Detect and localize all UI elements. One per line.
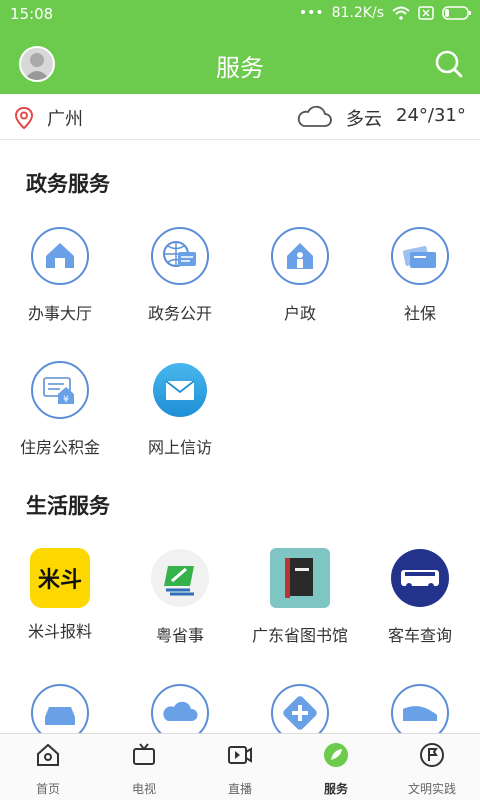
flag-icon — [420, 743, 444, 767]
service-item-gov-public[interactable]: 政务公开 — [120, 226, 240, 324]
page-title: 服务 — [216, 54, 264, 82]
search-icon[interactable] — [434, 49, 464, 79]
service-icon — [324, 743, 348, 767]
location-pin-icon[interactable] — [14, 106, 34, 130]
location-weather-bar: 广州 多云 24°/31° — [0, 94, 480, 140]
service-item-online-petition[interactable]: 网上信访 — [120, 360, 240, 458]
tv-icon — [133, 743, 155, 765]
life-section-title: 生活服务 — [26, 494, 110, 518]
service-item-label: 粤省事 — [155, 626, 204, 645]
service-item-social-security[interactable]: 社保 — [360, 226, 480, 324]
live-icon — [228, 746, 252, 764]
service-item-label: 米斗报料 — [27, 622, 92, 641]
yueshengshi-icon — [151, 549, 209, 607]
service-item-yueshengshi[interactable]: 粤省事 — [120, 548, 240, 646]
tab-label: 文明实践 — [407, 782, 456, 796]
app-header: 服务 — [0, 30, 480, 94]
service-item-housing-fund[interactable]: ¥ 住房公积金 — [0, 360, 120, 458]
bus-icon — [391, 549, 449, 607]
svg-text:¥: ¥ — [63, 395, 69, 405]
service-item-label: 办事大厅 — [27, 304, 92, 323]
tab-label: 直播 — [227, 782, 252, 796]
network-speed: 81.2K/s — [331, 5, 384, 21]
service-item-label: 网上信访 — [147, 438, 212, 457]
wifi-icon — [392, 6, 410, 20]
service-item-label: 政务公开 — [147, 304, 212, 323]
tab-label: 首页 — [35, 782, 60, 796]
status-bar: 15:08 ••• 81.2K/s — [0, 0, 480, 30]
tab-home[interactable]: 首页 — [0, 734, 96, 800]
service-item-household[interactable]: 户政 — [240, 226, 360, 324]
battery-icon — [442, 6, 471, 20]
cloud-icon — [297, 105, 332, 127]
service-item-bus-query[interactable]: 客车查询 — [360, 548, 480, 646]
bottom-tab-bar: 首页 电视 直播 服务 文明实践 — [0, 733, 480, 800]
service-item-midou[interactable]: 米斗 米斗报料 — [0, 548, 120, 642]
mail-icon — [153, 363, 207, 417]
signal-dots-icon: ••• — [298, 5, 324, 21]
gov-public-icon — [151, 227, 209, 285]
service-item-label: 广东省图书馆 — [251, 626, 348, 645]
service-item-label: 客车查询 — [387, 626, 452, 645]
tab-label: 服务 — [323, 782, 348, 796]
gov-section-title: 政务服务 — [26, 172, 110, 196]
tab-civilization[interactable]: 文明实践 — [384, 734, 480, 800]
service-item-hall[interactable]: 办事大厅 — [0, 226, 120, 324]
service-item-label: 住房公积金 — [19, 438, 100, 457]
home-icon — [37, 743, 59, 766]
temperature-range: 24°/31° — [396, 105, 466, 126]
hall-icon — [31, 227, 89, 285]
service-item-library[interactable]: 广东省图书馆 — [240, 548, 360, 646]
service-item-label: 户政 — [283, 304, 316, 323]
household-icon — [271, 227, 329, 285]
tab-tv[interactable]: 电视 — [96, 734, 192, 800]
sim-icon — [418, 6, 434, 20]
service-item-label: 社保 — [403, 304, 436, 323]
tab-label: 电视 — [131, 782, 156, 796]
tab-live[interactable]: 直播 — [192, 734, 288, 800]
social-security-icon — [391, 227, 449, 285]
housing-fund-icon: ¥ — [31, 361, 89, 419]
library-book-icon — [270, 548, 330, 608]
city-name[interactable]: 广州 — [47, 105, 83, 131]
midou-logo: 米斗 — [30, 548, 90, 608]
midou-logo-text: 米斗 — [37, 568, 82, 593]
status-time: 15:08 — [10, 5, 54, 23]
weather-description: 多云 — [346, 109, 382, 130]
tab-service[interactable]: 服务 — [288, 734, 384, 800]
status-indicators: ••• 81.2K/s — [299, 5, 472, 21]
